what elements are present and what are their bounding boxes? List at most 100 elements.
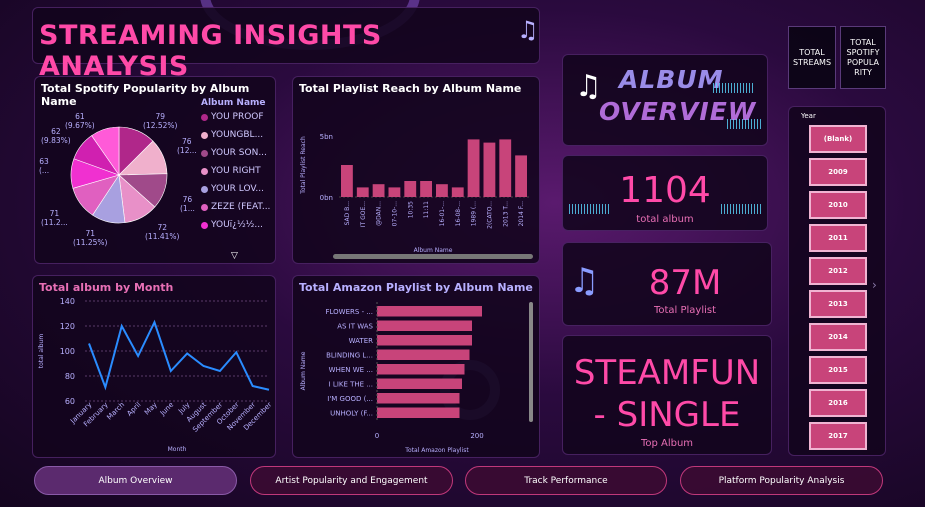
chevron-right-icon[interactable]: ›	[872, 278, 877, 292]
chart-bar[interactable]	[420, 181, 432, 197]
x-tick-label: 1989 (...	[471, 201, 478, 226]
year-option[interactable]: 2016	[809, 389, 867, 417]
year-slicer-title: Year	[801, 112, 816, 120]
pie-chart	[70, 126, 168, 224]
chart-bar[interactable]	[483, 142, 496, 197]
year-option[interactable]: 2012	[809, 257, 867, 285]
chart-bar[interactable]	[377, 393, 460, 404]
legend-swatch	[201, 167, 208, 175]
x-tick-label: May	[143, 401, 159, 417]
y-tick-label: WHEN WE ...	[329, 366, 373, 374]
legend-label: YOU RIGHT	[211, 166, 261, 176]
y-tick-label: 0bn	[320, 194, 333, 202]
legend-item[interactable]: YOU RIGHT	[201, 166, 261, 176]
horizontal-scrollbar[interactable]	[333, 254, 533, 259]
year-option[interactable]: 2015	[809, 356, 867, 384]
x-tick-label: IT GOE...	[360, 201, 367, 227]
chart-bar[interactable]	[372, 184, 385, 197]
kpi-total-album-card: 1104 total album	[562, 155, 768, 231]
vertical-scrollbar[interactable]	[529, 302, 533, 422]
line-series[interactable]	[88, 319, 270, 391]
legend-item[interactable]: YOU PROOF	[201, 112, 264, 122]
x-tick-label: SAD B...	[344, 201, 351, 225]
amazon-bar-chart: FLOWERS - ... AS IT WAS WATER BLINDING L...…	[300, 302, 484, 454]
chart-bar[interactable]	[356, 187, 369, 197]
nav-button[interactable]: Track Performance	[465, 466, 667, 495]
y-tick-label: 5bn	[320, 133, 333, 141]
y-tick-label: AS IT WAS	[337, 323, 373, 331]
y-tick-label: 140	[60, 297, 75, 306]
album-overview-line1: ALBUM	[619, 65, 724, 94]
legend-item[interactable]: YOUR SON...	[201, 148, 267, 158]
amazon-playlist-card: Total Amazon Playlist by Album Name FLOW…	[292, 275, 540, 458]
x-axis-label: Album Name	[414, 247, 453, 254]
chart-bar[interactable]	[388, 187, 401, 197]
total-spotify-popularity-button[interactable]: TOTAL SPOTIFY POPULA RITY	[840, 26, 886, 89]
kpi-top-album-value: STEAMFUN - SINGLE	[573, 353, 761, 435]
scroll-down-icon[interactable]: ▽	[231, 251, 238, 261]
album-by-month-card: Total album by Month 60 80 100 120 140 total …	[32, 275, 276, 458]
x-tick-label: 200	[470, 432, 483, 440]
chart-bar[interactable]	[436, 184, 448, 197]
x-tick-label: 16-08-...	[455, 201, 462, 226]
pie-label: 76 (1...	[180, 195, 195, 213]
year-option[interactable]: 2013	[809, 290, 867, 318]
nav-button[interactable]: Album Overview	[34, 466, 237, 495]
pie-label: 79 (12.52%)	[143, 112, 178, 130]
chart-bar[interactable]	[377, 378, 462, 390]
year-option[interactable]: 2011	[809, 224, 867, 252]
year-option[interactable]: (Blank)	[809, 125, 867, 153]
year-option[interactable]: 2017	[809, 422, 867, 450]
playlist-reach-card: Total Playlist Reach by Album Name Total…	[292, 76, 540, 264]
y-axis-label: total album	[38, 334, 45, 369]
chart-bar[interactable]	[377, 335, 472, 346]
y-tick-label: 60	[65, 397, 75, 406]
x-tick-label: 07-10-...	[391, 201, 398, 226]
chart-bar[interactable]	[499, 139, 512, 197]
legend-swatch	[201, 185, 208, 193]
sound-wave-decoration	[569, 204, 611, 214]
x-axis-label: Month	[168, 446, 187, 453]
nav-button[interactable]: Platform Popularity Analysis	[680, 466, 883, 495]
y-axis-label: Total Playlist Reach	[300, 136, 307, 195]
year-option[interactable]: 2010	[809, 191, 867, 219]
chart-bar[interactable]	[377, 320, 472, 332]
y-tick-label: I LIKE THE ...	[329, 381, 373, 389]
dashboard-title-card: STREAMING INSIGHTS ANALYSIS ♫	[32, 7, 540, 82]
legend-item[interactable]: YOUR LOV...	[201, 184, 264, 194]
chart-bar[interactable]	[404, 181, 417, 197]
year-option[interactable]: 2014	[809, 323, 867, 351]
legend-label: YOUNGBL...	[211, 130, 264, 140]
year-option[interactable]: 2009	[809, 158, 867, 186]
kpi-top-album-label: Top Album	[640, 438, 694, 449]
kpi-total-album-label: total album	[636, 214, 694, 225]
legend-swatch	[201, 203, 208, 211]
kpi-total-playlist-card: ♫ 87M Total Playlist	[562, 242, 772, 326]
x-tick-label: 2014 F...	[518, 201, 525, 226]
legend-item[interactable]: ZEZE (FEAT...	[201, 202, 270, 212]
chart-bar[interactable]	[377, 407, 460, 419]
album-overview-banner: ♫ ALBUM OVERVIEW	[562, 54, 768, 146]
chart-bar[interactable]	[467, 139, 480, 197]
chart-bar[interactable]	[377, 349, 470, 361]
chart-bar[interactable]	[377, 364, 465, 375]
x-tick-label: 16-01-...	[439, 201, 446, 226]
chart-bar[interactable]	[451, 187, 464, 197]
sound-wave-decoration	[713, 83, 753, 93]
chart-bar[interactable]	[377, 306, 482, 317]
pie-label: 61 (9.67%)	[65, 112, 95, 130]
dashboard-title: STREAMING INSIGHTS ANALYSIS	[39, 20, 382, 82]
total-streams-button[interactable]: TOTAL STREAMS	[788, 26, 836, 89]
x-tick-label: April	[126, 401, 143, 418]
chart-bar[interactable]	[341, 165, 353, 197]
nav-button[interactable]: Artist Popularity and Engagement	[250, 466, 453, 495]
legend-item[interactable]: YOUNGBL...	[201, 130, 263, 140]
legend-title: Album Name	[201, 98, 266, 108]
kpi-top-album-card: STEAMFUN - SINGLE Top Album	[562, 335, 772, 455]
chart-bar[interactable]	[515, 155, 527, 197]
legend-item[interactable]: YOUï¿½½...	[201, 220, 263, 230]
x-tick-label: March	[105, 401, 126, 422]
legend-swatch	[201, 221, 208, 229]
x-tick-label: 2(CATO...	[486, 201, 493, 229]
pie-label: 71 (11.25%)	[73, 229, 108, 247]
